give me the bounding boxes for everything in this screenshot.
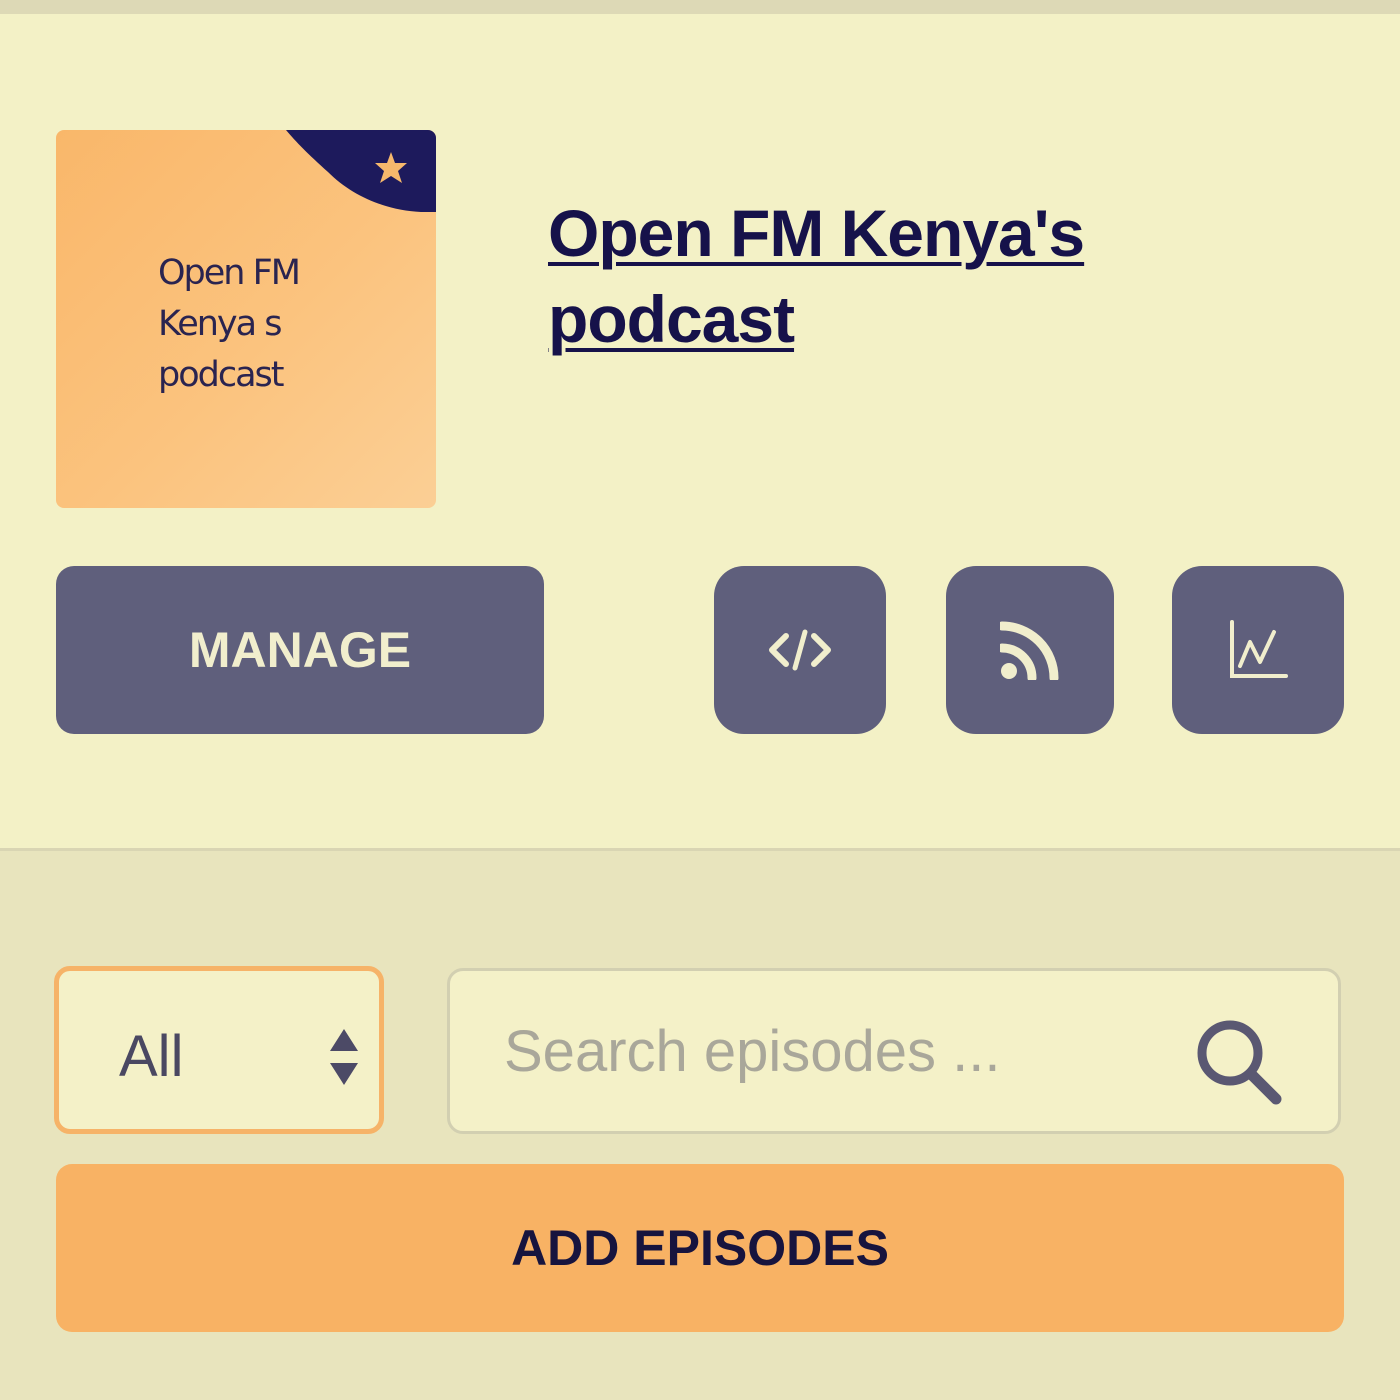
episode-search-box [447,968,1341,1134]
top-strip [0,0,1400,14]
podcast-dashboard: Open FM Kenya s podcast Open FM Kenya's … [0,0,1400,1400]
rss-feed-button[interactable] [946,566,1114,734]
filter-selected-value: All [119,1024,184,1089]
embed-button[interactable] [714,566,886,734]
rss-feed-icon [1000,621,1059,680]
add-episodes-button[interactable]: ADD EPISODES [56,1164,1344,1332]
search-icon[interactable] [1192,1015,1286,1109]
search-input[interactable] [504,1011,1164,1091]
episode-filter-select[interactable]: All [54,966,384,1134]
podcast-title-link[interactable]: Open FM Kenya's podcast [548,190,1308,362]
podcast-cover-art[interactable]: Open FM Kenya s podcast [56,130,436,508]
cover-title-text: Open FM Kenya s podcast [158,253,301,395]
embed-code-icon [769,629,831,671]
star-badge-icon [286,130,436,212]
stats-chart-icon [1230,620,1288,678]
manage-button[interactable]: MANAGE [56,566,544,734]
select-arrows-icon [330,1029,358,1085]
stats-button[interactable] [1172,566,1344,734]
